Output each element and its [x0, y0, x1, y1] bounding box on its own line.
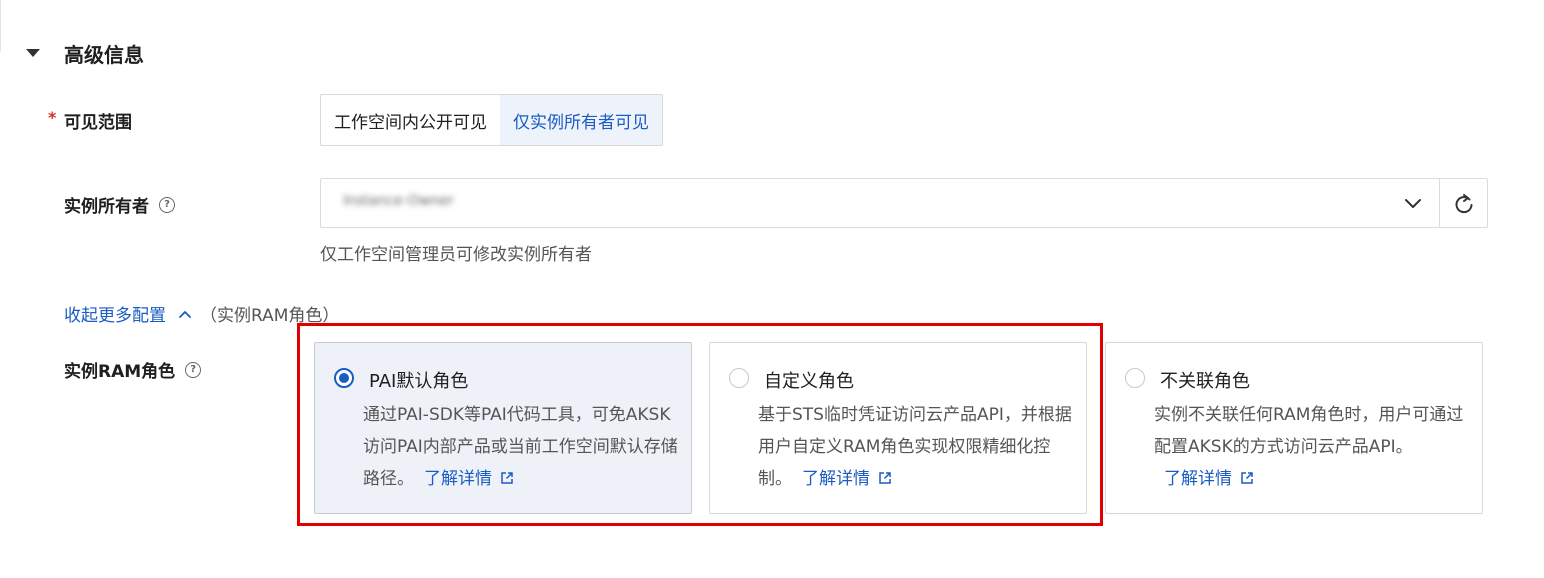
select-divider — [1439, 179, 1440, 227]
visibility-label-text: 可见范围 — [64, 113, 132, 133]
card-description: 实例不关联任何RAM角色时，用户可通过配置AKSK的方式访问云产品API。了解详… — [1154, 399, 1470, 495]
section-header[interactable]: 高级信息 — [26, 36, 144, 70]
visibility-label: 可见范围 — [64, 108, 132, 133]
visibility-option-owner-only[interactable]: 仅实例所有者可见 — [500, 95, 662, 145]
visibility-option-workspace[interactable]: 工作空间内公开可见 — [321, 95, 500, 145]
card-title: 不关联角色 — [1160, 371, 1250, 392]
owner-select-value: Instance-Owner — [343, 193, 454, 209]
external-link-icon[interactable] — [1240, 471, 1254, 485]
question-circle-icon[interactable]: ? — [159, 196, 175, 213]
card-description-text: 实例不关联任何RAM角色时，用户可通过配置AKSK的方式访问云产品API。 — [1154, 405, 1464, 457]
owner-label: 实例所有者 ? — [64, 192, 175, 217]
ram-role-label: 实例RAM角色 ? — [64, 357, 202, 382]
visibility-segmented-control[interactable]: 工作空间内公开可见 仅实例所有者可见 — [320, 94, 663, 146]
learn-more-text[interactable]: 了解详情 — [1164, 469, 1232, 489]
radio-unchecked[interactable] — [1125, 368, 1145, 388]
collapse-link[interactable]: 收起更多配置 — [64, 301, 166, 326]
caret-down-icon[interactable] — [26, 49, 40, 57]
owner-helper-text: 仅工作空间管理员可修改实例所有者 — [320, 245, 592, 265]
left-divider — [0, 0, 1, 52]
owner-select[interactable]: Instance-Owner — [320, 178, 1488, 228]
ram-role-card-none[interactable]: 不关联角色 实例不关联任何RAM角色时，用户可通过配置AKSK的方式访问云产品A… — [1105, 342, 1483, 514]
question-circle-icon[interactable]: ? — [185, 361, 202, 378]
annotation-highlight-box — [297, 323, 1103, 526]
ram-role-label-text: 实例RAM角色 — [64, 362, 176, 382]
owner-label-text: 实例所有者 — [64, 197, 149, 217]
required-mark: * — [48, 108, 57, 127]
learn-more-link[interactable]: 了解详情 — [1164, 469, 1254, 489]
chevron-down-icon[interactable] — [1403, 193, 1423, 213]
section-title: 高级信息 — [64, 42, 144, 67]
chevron-up-icon[interactable] — [178, 307, 192, 321]
refresh-icon[interactable] — [1451, 191, 1477, 217]
